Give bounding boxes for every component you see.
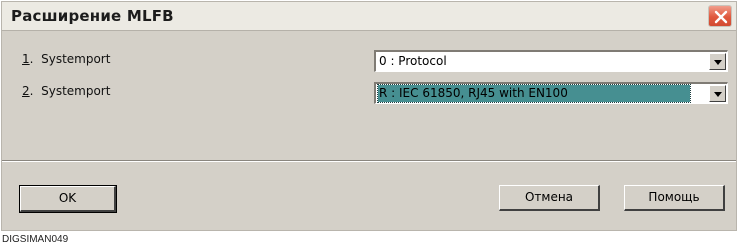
- row-2-text: Systemport: [41, 84, 111, 98]
- row-1-number: 1: [22, 52, 30, 66]
- systemport-2-dropdown-button[interactable]: [709, 85, 726, 102]
- help-button[interactable]: Помощь: [624, 185, 725, 211]
- divider: [2, 160, 736, 162]
- row-1-label: 1. Systemport: [22, 52, 111, 66]
- figure-caption: DIGSIMAN049: [2, 234, 69, 245]
- mlfb-extension-dialog: Расширение MLFB 1. Systemport 0 : Protoc…: [1, 1, 737, 231]
- systemport-2-select[interactable]: R : IEC 61850, RJ45 with EN100: [374, 82, 728, 104]
- ok-button[interactable]: OK: [19, 185, 117, 213]
- systemport-1-dropdown-button[interactable]: [709, 53, 726, 70]
- systemport-1-value: 0 : Protocol: [379, 54, 447, 68]
- close-icon: [714, 10, 728, 24]
- row-1-text: Systemport: [41, 52, 111, 66]
- cancel-button[interactable]: Отмена: [499, 185, 600, 211]
- title-bar[interactable]: Расширение MLFB: [2, 2, 736, 31]
- row-2-number: 2: [22, 84, 30, 98]
- chevron-down-icon: [714, 92, 722, 97]
- systemport-1-select[interactable]: 0 : Protocol: [374, 50, 728, 72]
- systemport-2-value: R : IEC 61850, RJ45 with EN100: [379, 86, 568, 100]
- chevron-down-icon: [714, 60, 722, 65]
- row-2-label: 2. Systemport: [22, 84, 111, 98]
- dialog-title: Расширение MLFB: [11, 7, 174, 25]
- close-button[interactable]: [708, 5, 732, 27]
